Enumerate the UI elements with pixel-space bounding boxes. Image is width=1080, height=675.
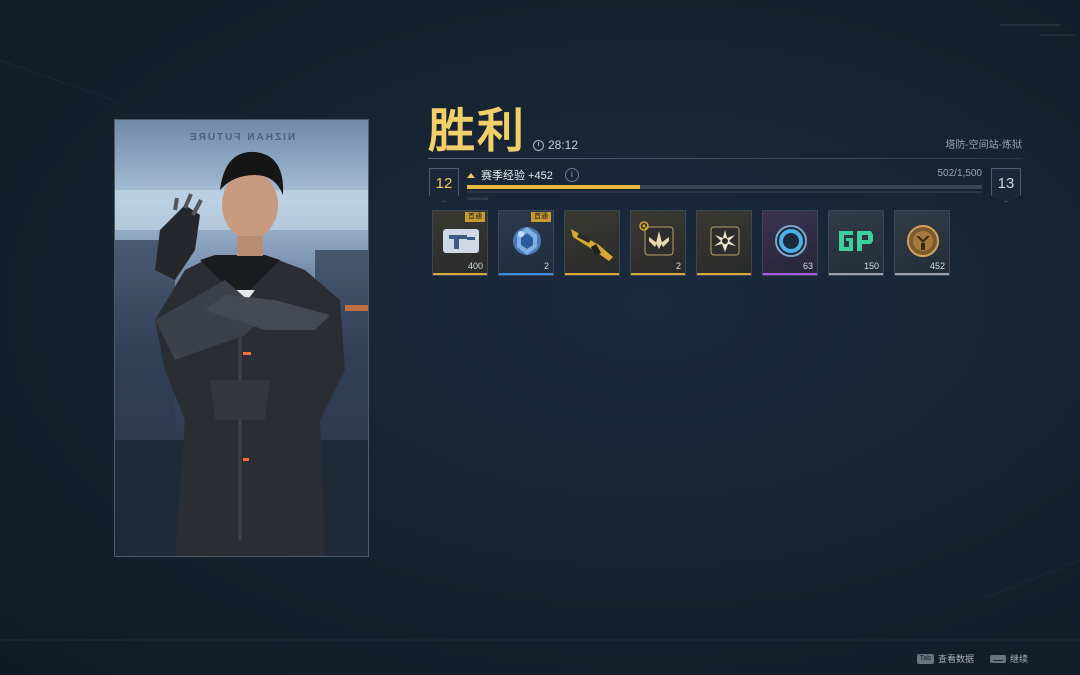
map-name: 塔防-空间站-炼狱	[945, 140, 1022, 151]
tab-key-icon: Tab	[916, 653, 934, 664]
reward-item[interactable]: 150	[828, 210, 884, 276]
reward-item[interactable]: 首通 2	[498, 210, 554, 276]
burst-emblem-icon	[710, 226, 740, 256]
clock-icon	[533, 139, 544, 151]
xp-label: 赛季经验 +452 i	[467, 167, 579, 183]
reward-quantity: 2	[543, 261, 549, 271]
reward-item[interactable]	[696, 210, 752, 276]
continue-label: 继续	[1009, 654, 1028, 664]
reward-list: 首通 400 首通 2 2 63 150 452	[432, 210, 950, 276]
gear-badge-icon	[639, 221, 649, 231]
reward-item[interactable]	[564, 210, 620, 276]
reward-item[interactable]: 2	[630, 210, 686, 276]
first-clear-tag: 首通	[465, 212, 485, 222]
reward-item[interactable]: 452	[894, 210, 950, 276]
xp-progress-fill	[467, 185, 640, 189]
up-arrow-icon	[467, 172, 475, 178]
tiny-code-text: NIZHAN-N0	[467, 196, 489, 201]
view-data-label: 查看数据	[937, 654, 974, 664]
space-key-icon	[989, 654, 1006, 663]
result-title: 胜利	[428, 104, 526, 159]
gp-coin-icon	[839, 231, 873, 251]
current-level-text: 12	[435, 175, 453, 192]
reward-quantity: 63	[802, 261, 813, 271]
ring-orb-icon	[775, 225, 807, 257]
match-duration: 28:12	[533, 138, 578, 152]
duration-text: 28:12	[548, 138, 579, 152]
info-icon[interactable]: i	[564, 168, 579, 182]
xp-progress-text: 502/1,500	[937, 168, 983, 179]
reward-quantity: 452	[929, 261, 945, 271]
gold-rifle-icon	[571, 229, 613, 261]
continue-button[interactable]: 继续	[989, 652, 1028, 665]
xp-progress-track	[467, 191, 982, 193]
first-clear-tag: 首通	[531, 212, 551, 222]
xp-progress-bar	[467, 185, 982, 189]
blue-crystal-icon	[513, 227, 541, 255]
reward-quantity: 2	[675, 261, 681, 271]
reward-item[interactable]: 首通 400	[432, 210, 488, 276]
portrait-brand-text: NIZHAN FUTURE	[187, 132, 296, 143]
next-level-text: 13	[997, 175, 1015, 192]
bronze-medal-icon	[907, 225, 939, 257]
header-divider	[428, 158, 1022, 159]
current-level-badge: 12	[429, 168, 459, 202]
character-portrait: NIZHAN FUTURE	[114, 119, 369, 557]
reward-quantity: 400	[467, 261, 483, 271]
xp-label-text: 赛季经验 +452	[481, 170, 553, 182]
footer-hints: Tab 查看数据 继续	[916, 652, 1028, 665]
reward-quantity: 150	[863, 261, 879, 271]
reward-item[interactable]: 63	[762, 210, 818, 276]
view-data-button[interactable]: Tab 查看数据	[916, 652, 974, 665]
ticket-card-icon	[443, 229, 479, 253]
character-illustration	[115, 151, 368, 556]
next-level-badge: 13	[991, 168, 1021, 202]
